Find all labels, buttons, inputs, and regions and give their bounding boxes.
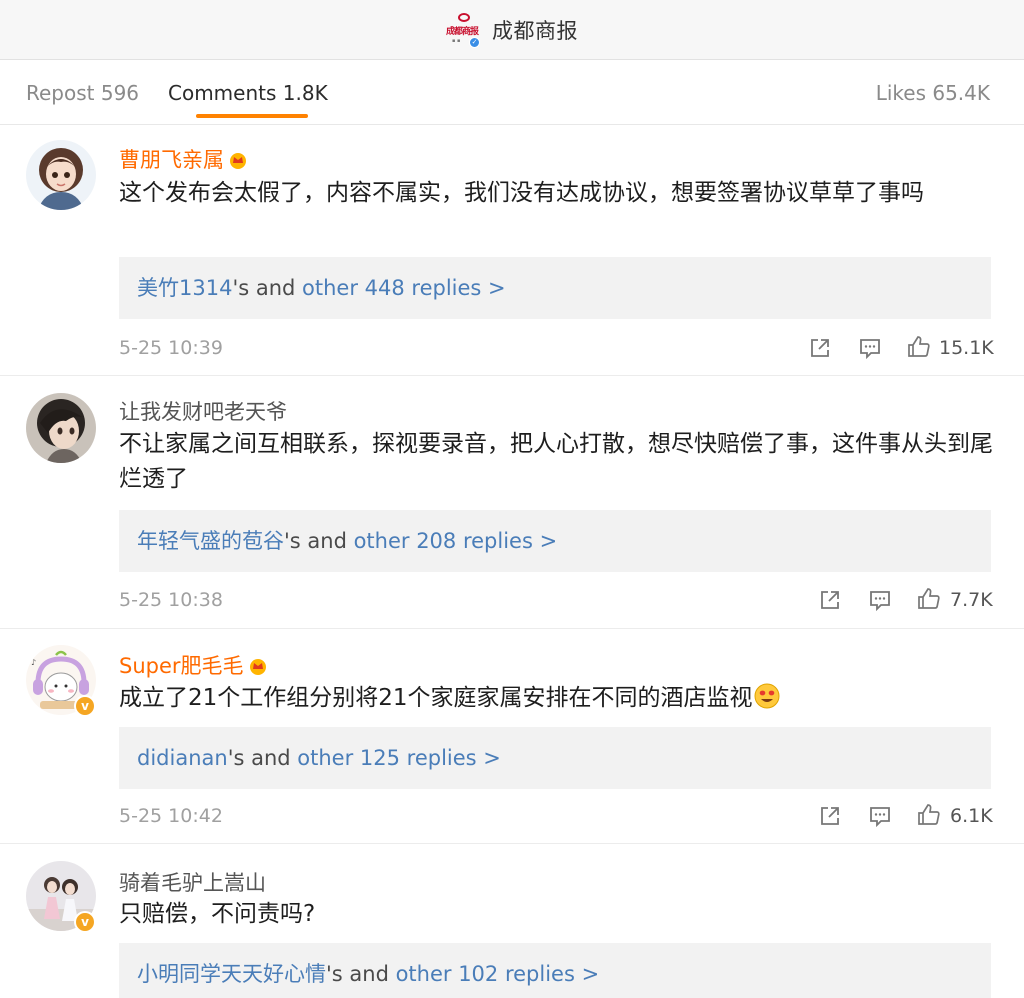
comment-username[interactable]: 让我发财吧老天爷: [119, 396, 287, 426]
like-count: 7.7K: [950, 589, 993, 611]
account-brand[interactable]: 成都商报 ▪ ▪ ✓ 成都商报: [446, 12, 578, 48]
reply-username[interactable]: 美竹1314: [137, 276, 232, 300]
comment-text: 只赔偿，不问责吗?: [119, 901, 316, 927]
comment-text: 这个发布会太假了，内容不属实，我们没有达成协议，想要签署协议草草了事吗: [119, 180, 924, 206]
comment-icon[interactable]: [868, 804, 892, 828]
active-tab-indicator: [196, 114, 308, 118]
reply-username[interactable]: 年轻气盛的苞谷: [137, 529, 284, 553]
verified-badge-icon: v: [74, 911, 96, 933]
comment-username[interactable]: 骑着毛驴上嵩山: [119, 867, 266, 897]
replies-preview[interactable]: 年轻气盛的苞谷's and other 208 replies >: [119, 510, 991, 572]
thumbs-up-icon[interactable]: [917, 803, 941, 827]
logo-script: 成都商报: [446, 26, 479, 37]
comment-timestamp: 5-25 10:38: [119, 589, 223, 611]
reply-username[interactable]: didianan: [137, 746, 228, 770]
comment-text: 成立了21个工作组分别将21个家庭家属安排在不同的酒店监视: [119, 681, 999, 716]
like-count: 15.1K: [939, 337, 994, 359]
verified-badge-icon: v: [74, 695, 96, 717]
comment-text: 不让家属之间互相联系，探视要录音，把人心打散，想尽快赔偿了事，这件事从头到尾烂透…: [119, 431, 993, 492]
account-name: 成都商报: [492, 18, 578, 43]
like-count: 6.1K: [950, 805, 993, 827]
replies-preview[interactable]: 小明同学天天好心情's and other 102 replies >: [119, 943, 991, 998]
replies-preview[interactable]: didianan's and other 125 replies >: [119, 727, 991, 789]
avatar[interactable]: [26, 140, 96, 210]
vip-crown-icon: [230, 153, 246, 169]
tab-bar: Repost 596 Comments 1.8K Likes 65.4K: [0, 61, 1024, 125]
more-replies-link[interactable]: other 208 replies >: [354, 529, 558, 553]
comment-timestamp: 5-25 10:39: [119, 337, 223, 359]
reply-username[interactable]: 小明同学天天好心情: [137, 962, 326, 986]
more-replies-link[interactable]: other 448 replies >: [302, 276, 506, 300]
comment-item: 曹朋飞亲属 这个发布会太假了，内容不属实，我们没有达成协议，想要签署协议草草了事…: [0, 126, 1024, 376]
comment-icon[interactable]: [858, 336, 882, 360]
comment-item: 让我发财吧老天爷 不让家属之间互相联系，探视要录音，把人心打散，想尽快赔偿了事，…: [0, 377, 1024, 629]
share-icon[interactable]: [808, 336, 832, 360]
avatar[interactable]: [26, 393, 96, 463]
comment-username[interactable]: Super肥毛毛: [119, 650, 268, 680]
more-replies-link[interactable]: other 125 replies >: [297, 746, 501, 770]
comment-item: v 骑着毛驴上嵩山 只赔偿，不问责吗? 小明同学天天好心情's and othe…: [0, 845, 1024, 998]
vip-crown-icon: [249, 659, 266, 675]
thumbs-up-icon[interactable]: [917, 587, 941, 611]
share-icon[interactable]: [818, 588, 842, 612]
account-header: 成都商报 ▪ ▪ ✓ 成都商报: [0, 0, 1024, 60]
comment-icon[interactable]: [868, 588, 892, 612]
thumbs-up-icon[interactable]: [907, 335, 931, 359]
more-replies-link[interactable]: other 102 replies >: [396, 962, 600, 986]
replies-preview[interactable]: 美竹1314's and other 448 replies >: [119, 257, 991, 319]
comment-username[interactable]: 曹朋飞亲属: [119, 144, 248, 174]
tab-comments[interactable]: Comments 1.8K: [168, 81, 328, 105]
heart-eyes-emoji-icon: [754, 683, 780, 709]
tab-likes[interactable]: Likes 65.4K: [876, 81, 990, 105]
comment-timestamp: 5-25 10:42: [119, 805, 223, 827]
comment-item: ♪ v Super肥毛毛 成立了21个工作组分别将21个家庭家属安排在不同的酒店…: [0, 630, 1024, 844]
newspaper-logo: 成都商报 ▪ ▪ ✓: [446, 12, 482, 48]
svg-text:♪: ♪: [31, 658, 36, 667]
blue-verified-icon: ✓: [469, 36, 480, 48]
tab-repost[interactable]: Repost 596: [26, 81, 139, 105]
share-icon[interactable]: [818, 804, 842, 828]
